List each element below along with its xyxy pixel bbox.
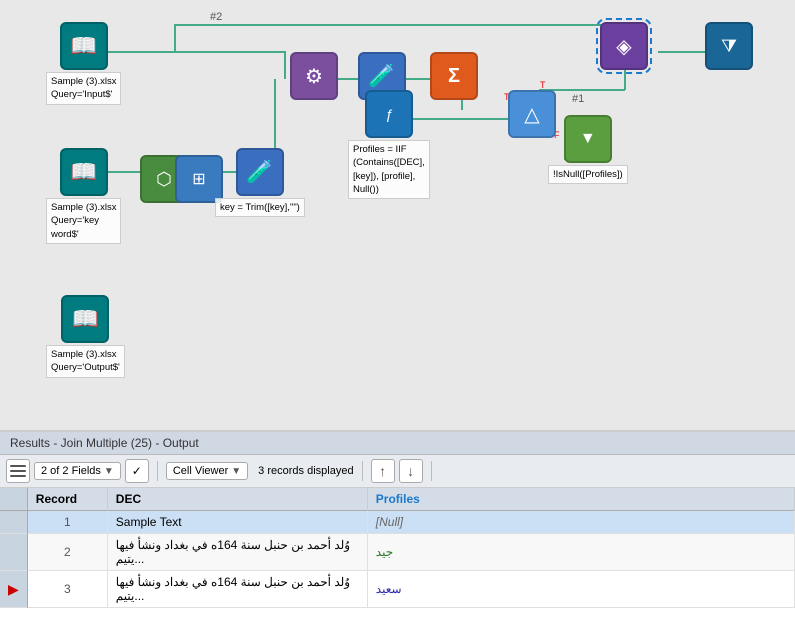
records-count-label: 3 records displayed (258, 465, 353, 477)
connection-label-1: #1 (572, 93, 584, 105)
node-icon-input2: 📖 (60, 148, 108, 196)
arrow-down-icon: ↓ (407, 463, 414, 479)
cell-record: 3 (27, 571, 107, 608)
table-row[interactable]: ▶3وُلد أحمد بن حنبل سنة 164ه في بغداد ون… (0, 571, 795, 608)
node-input2[interactable]: 📖 Sample (3).xlsx Query='key word$' (46, 148, 121, 244)
table-header-row: Record DEC Profiles (0, 488, 795, 511)
scroll-down-button[interactable]: ↓ (399, 459, 423, 483)
separator-3 (431, 461, 432, 481)
node-label-filter: !IsNull([Profiles]) (548, 165, 628, 184)
node-label-formula: Profiles = IIF (Contains([DEC], [key]), … (348, 140, 430, 199)
node-label-input3: Sample (3).xlsx Query='Output$' (46, 345, 125, 378)
scroll-up-button[interactable]: ↑ (371, 459, 395, 483)
node-select[interactable]: ◈ (600, 22, 648, 70)
results-path: Results - Join Multiple (25) - Output (10, 436, 199, 450)
node-icon-input3: 📖 (61, 295, 109, 343)
separator-1 (157, 461, 158, 481)
row-side-icon (0, 511, 27, 534)
node-browse[interactable]: ⧩ (705, 22, 753, 70)
cell-dec: وُلد أحمد بن حنبل سنة 164ه في بغداد ونشأ… (107, 534, 367, 571)
node-formula[interactable]: ƒ Profiles = IIF (Contains([DEC], [key])… (348, 90, 430, 199)
cell-viewer-chevron-icon: ▼ (231, 466, 241, 477)
fields-chevron-icon: ▼ (104, 466, 114, 477)
arrow-up-icon: ↑ (379, 463, 386, 479)
node-icon-browse: ⧩ (705, 22, 753, 70)
cell-viewer-button[interactable]: Cell Viewer ▼ (166, 462, 248, 480)
results-bar: Results - Join Multiple (25) - Output (0, 432, 795, 455)
th-dec: DEC (107, 488, 367, 511)
node-label-input2: Sample (3).xlsx Query='key word$' (46, 198, 121, 244)
hamburger-menu-button[interactable] (6, 459, 30, 483)
node-icon-formula: ƒ (365, 90, 413, 138)
node-icon-select: ◈ (600, 22, 648, 70)
cell-viewer-label: Cell Viewer (173, 465, 228, 477)
cell-profiles: [Null] (367, 511, 794, 534)
th-row-icon (0, 488, 27, 511)
node-label-input1: Sample (3).xlsx Query='Input$' (46, 72, 121, 105)
cell-profiles: سعيد (367, 571, 794, 608)
node-filter[interactable]: ▼ !IsNull([Profiles]) (548, 115, 628, 184)
fields-label: 2 of 2 Fields (41, 465, 101, 477)
cell-dec: Sample Text (107, 511, 367, 534)
th-record: Record (27, 488, 107, 511)
node-icon-input1: 📖 (60, 22, 108, 70)
connection-label-2: #2 (210, 11, 222, 23)
check-button[interactable]: ✓ (125, 459, 149, 483)
node-label-lab2: key = Trim([key],"") (215, 198, 305, 217)
data-table: Record DEC Profiles 1Sample Text[Null]2و… (0, 488, 795, 638)
separator-2 (362, 461, 363, 481)
bottom-panel: Results - Join Multiple (25) - Output 2 … (0, 430, 795, 638)
th-profiles: Profiles (367, 488, 794, 511)
table-row[interactable]: 2وُلد أحمد بن حنبل سنة 164ه في بغداد ونش… (0, 534, 795, 571)
cell-dec: وُلد أحمد بن حنبل سنة 164ه في بغداد ونشأ… (107, 571, 367, 608)
node-icon-sum: Σ (430, 52, 478, 100)
row-side-icon (0, 534, 27, 571)
cell-record: 2 (27, 534, 107, 571)
node-input3[interactable]: 📖 Sample (3).xlsx Query='Output$' (46, 295, 125, 378)
fields-dropdown-button[interactable]: 2 of 2 Fields ▼ (34, 462, 121, 480)
node-icon-lab2: 🧪 (236, 148, 284, 196)
table-row[interactable]: 1Sample Text[Null] (0, 511, 795, 534)
node-input1[interactable]: 📖 Sample (3).xlsx Query='Input$' (46, 22, 121, 105)
row-side-icon: ▶ (0, 571, 27, 608)
workflow-canvas: #2 T #1 T F 📖 Sample (3).xlsx Query (0, 0, 795, 430)
node-gear[interactable]: ⚙ (290, 52, 338, 100)
toolbar: 2 of 2 Fields ▼ ✓ Cell Viewer ▼ 3 record… (0, 455, 795, 488)
node-icon-gear: ⚙ (290, 52, 338, 100)
t-label-1: T (540, 80, 546, 90)
cell-profiles: جيد (367, 534, 794, 571)
node-sum[interactable]: Σ (430, 52, 478, 100)
cell-record: 1 (27, 511, 107, 534)
node-lab2[interactable]: 🧪 key = Trim([key],"") (215, 148, 305, 217)
node-icon-filter: ▼ (564, 115, 612, 163)
